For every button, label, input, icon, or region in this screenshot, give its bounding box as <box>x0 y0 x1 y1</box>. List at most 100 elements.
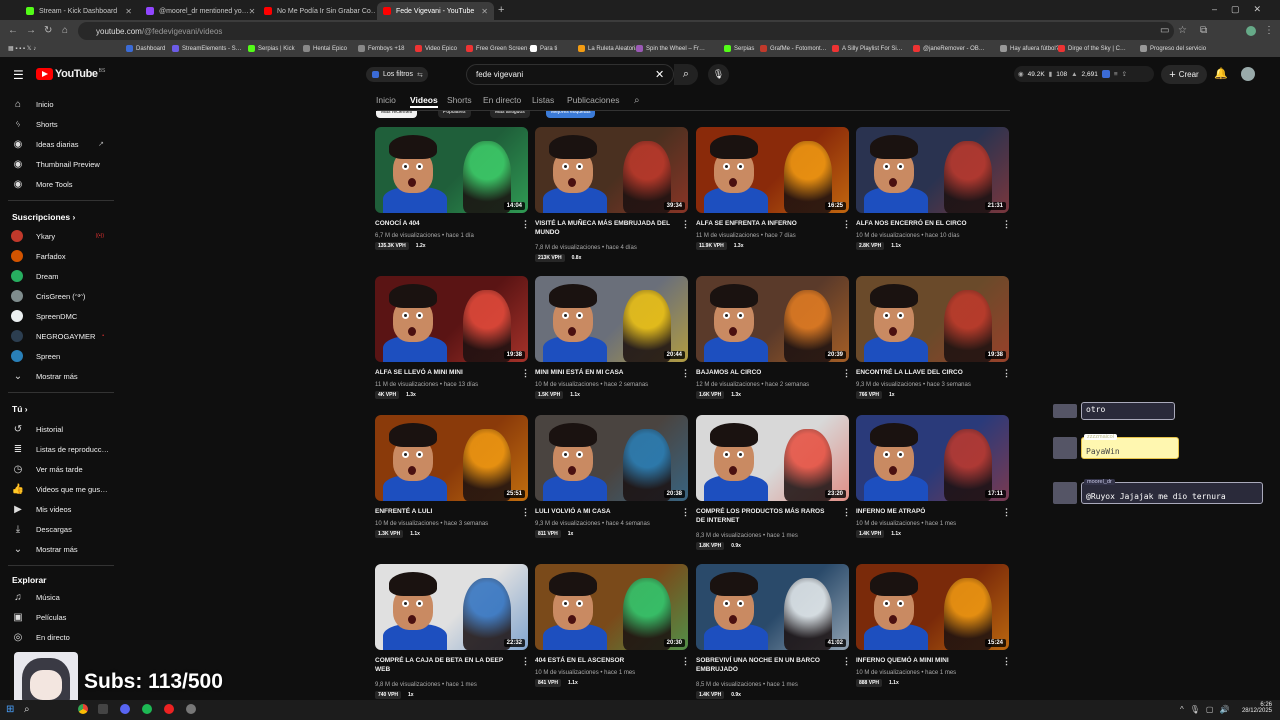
video-title[interactable]: VISITÉ LA MUÑECA MÁS EMBRUJADA DEL MUNDO <box>535 219 673 237</box>
sidebar-item[interactable]: Spreen <box>0 346 118 366</box>
subscriptions-heading[interactable]: Suscripciones › <box>12 212 75 222</box>
bookmark-item[interactable]: Free Green Screen -… <box>466 45 537 52</box>
bookmark-item[interactable]: Femboys +18 <box>358 45 405 52</box>
tab-en-directo[interactable]: En directo <box>483 95 521 105</box>
tab-listas[interactable]: Listas <box>532 95 554 105</box>
sidebar-item[interactable]: ▣ Películas <box>0 607 118 627</box>
sidebar-item[interactable]: ◉ Ideas diarias ↗ <box>0 134 118 154</box>
sidebar-item[interactable]: Farfadox <box>0 246 118 266</box>
video-title[interactable]: ENFRENTÉ A LULI <box>375 507 513 516</box>
star-icon[interactable]: ☆ <box>1178 25 1187 36</box>
back-icon[interactable]: ← <box>8 25 18 36</box>
bookmark-item[interactable]: A Silly Playlist For Si… <box>832 45 903 52</box>
video-thumbnail[interactable]: 23:20 <box>696 415 849 501</box>
sidebar-item[interactable]: CrisGreen (ᵔ³ᵔ) <box>0 286 118 306</box>
tray-icons[interactable]: ^🎙▢🔊 <box>1180 705 1235 714</box>
bookmark-item[interactable]: La Ruleta Aleatoria <box>578 45 639 52</box>
browser-tab[interactable]: No Me Podía Ir Sin Grabar Co…✕ <box>258 2 375 20</box>
video-menu-icon[interactable]: ⋮ <box>681 368 690 379</box>
video-menu-icon[interactable]: ⋮ <box>842 507 851 518</box>
sidebar-item[interactable]: ⤓ Descargas <box>0 519 118 539</box>
browser-tab[interactable]: Fede Vigevani - YouTube ✕ <box>377 2 494 20</box>
sidebar-item[interactable]: NEGROGAYMER • <box>0 326 118 346</box>
sidebar-item[interactable]: ᛃ Shorts <box>0 114 118 134</box>
steam-icon[interactable] <box>186 704 196 714</box>
video-menu-icon[interactable]: ⋮ <box>842 656 851 667</box>
video-menu-icon[interactable]: ⋮ <box>521 656 530 667</box>
video-title[interactable]: SOBREVIVÍ UNA NOCHE EN UN BARCO EMBRUJAD… <box>696 656 834 674</box>
bookmark-icons[interactable]: ▦ ▪ ▪ ▪ 𝕏 ♪ <box>8 45 36 52</box>
video-thumbnail[interactable]: 19:38 <box>375 276 528 362</box>
voice-search-button[interactable]: 🎙 <box>708 64 729 85</box>
sidebar-item[interactable]: Dream <box>0 266 118 286</box>
video-thumbnail[interactable]: 16:25 <box>696 127 849 213</box>
sidebar-item[interactable]: ≣ Listas de reproducc… <box>0 439 118 459</box>
tab-publicaciones[interactable]: Publicaciones <box>567 95 619 105</box>
sidebar-item[interactable]: ▶ Mis videos <box>0 499 118 519</box>
taskbar-search-icon[interactable]: ⌕ <box>24 704 30 715</box>
video-title[interactable]: CONOCÍ A 404 <box>375 219 513 228</box>
bookmark-item[interactable]: Para ti <box>530 45 557 52</box>
video-menu-icon[interactable]: ⋮ <box>521 368 530 379</box>
browser-tab[interactable]: @moorel_dr mentioned yo… ✕ <box>140 2 256 20</box>
video-menu-icon[interactable]: ⋮ <box>681 219 690 230</box>
sidebar-item[interactable]: ⌄ Mostrar más <box>0 539 118 559</box>
bookmark-item[interactable]: Progreso del servicio <box>1140 45 1206 52</box>
bookmark-item[interactable]: Hay afuera fútbol? <box>1000 45 1059 52</box>
forward-icon[interactable]: → <box>26 25 36 36</box>
stats-pill[interactable]: ◉ 49.2K ▮ 108 ▲ 2,691 ≡ ⇪ <box>1014 66 1154 82</box>
window-controls[interactable]: –▢✕ <box>1212 4 1275 15</box>
sidebar-item[interactable]: ◎ En directo <box>0 627 118 647</box>
video-title[interactable]: LULI VOLVIÓ A MI CASA <box>535 507 673 516</box>
sort-chip[interactable]: Más recientes <box>376 111 418 118</box>
video-thumbnail[interactable]: 20:30 <box>535 564 688 650</box>
tab-videos[interactable]: Videos <box>410 95 438 108</box>
search-button[interactable]: ⌕ <box>674 64 698 85</box>
profile-avatar[interactable] <box>1246 26 1256 36</box>
sidebar-item[interactable]: ◉ More Tools <box>0 174 118 194</box>
you-heading[interactable]: Tú › <box>12 404 28 414</box>
chrome-icon[interactable] <box>78 704 88 714</box>
tab-shorts[interactable]: Shorts <box>447 95 472 105</box>
bookmark-item[interactable]: Spin the Wheel – Fr… <box>636 45 705 52</box>
video-title[interactable]: ALFA NOS ENCERRÓ EN EL CIRCO <box>856 219 994 228</box>
video-title[interactable]: COMPRÉ LA CAJA DE BETA EN LA DEEP WEB <box>375 656 513 674</box>
video-menu-icon[interactable]: ⋮ <box>681 507 690 518</box>
video-title[interactable]: 404 ESTÁ EN EL ASCENSOR <box>535 656 673 665</box>
search-input[interactable]: fede vigevani <box>466 64 674 85</box>
video-title[interactable]: ENCONTRÉ LA LLAVE DEL CIRCO <box>856 368 994 377</box>
hamburger-icon[interactable]: ☰ <box>13 68 24 82</box>
new-tab-button[interactable]: + <box>498 4 504 16</box>
extensions-icon[interactable]: ⧉ <box>1200 25 1207 36</box>
video-thumbnail[interactable]: 22:32 <box>375 564 528 650</box>
video-menu-icon[interactable]: ⋮ <box>842 219 851 230</box>
sidebar-item[interactable]: SpreenDMC <box>0 306 118 326</box>
bookmark-item[interactable]: @janeRemover - OB… <box>913 45 985 52</box>
bookmark-item[interactable]: Serpias | Kick <box>248 45 295 52</box>
video-thumbnail[interactable]: 20:38 <box>535 415 688 501</box>
menu-icon[interactable]: ⋮ <box>1264 25 1274 36</box>
video-menu-icon[interactable]: ⋮ <box>1002 219 1011 230</box>
video-thumbnail[interactable]: 21:31 <box>856 127 1009 213</box>
video-menu-icon[interactable]: ⋮ <box>842 368 851 379</box>
video-title[interactable]: BAJAMOS AL CIRCO <box>696 368 834 377</box>
video-menu-icon[interactable]: ⋮ <box>681 656 690 667</box>
video-thumbnail[interactable]: 20:39 <box>696 276 849 362</box>
video-thumbnail[interactable]: 25:51 <box>375 415 528 501</box>
sidebar-item[interactable]: ◉ Thumbnail Preview <box>0 154 118 174</box>
clock[interactable]: 6:26 28/12/2025 <box>1236 702 1272 714</box>
tab-close-icon[interactable]: ✕ <box>249 7 256 16</box>
video-title[interactable]: INFERNO ME ATRAPÓ <box>856 507 994 516</box>
discord-icon[interactable] <box>120 704 130 714</box>
video-title[interactable]: COMPRÉ LOS PRODUCTOS MÁS RAROS DE INTERN… <box>696 507 834 525</box>
video-title[interactable]: ALFA SE LLEVÓ A MINI MINI <box>375 368 513 377</box>
video-menu-icon[interactable]: ⋮ <box>1002 656 1011 667</box>
video-title[interactable]: MINI MINI ESTÁ EN MI CASA <box>535 368 673 377</box>
video-thumbnail[interactable]: 41:02 <box>696 564 849 650</box>
video-thumbnail[interactable]: 17:11 <box>856 415 1009 501</box>
sidebar-item[interactable]: ◷ Ver más tarde <box>0 459 118 479</box>
sort-chip[interactable]: Mejores etiquetas <box>546 111 596 118</box>
tab-close-icon[interactable]: ✕ <box>481 7 488 16</box>
video-menu-icon[interactable]: ⋮ <box>521 219 530 230</box>
video-thumbnail[interactable]: 19:38 <box>856 276 1009 362</box>
